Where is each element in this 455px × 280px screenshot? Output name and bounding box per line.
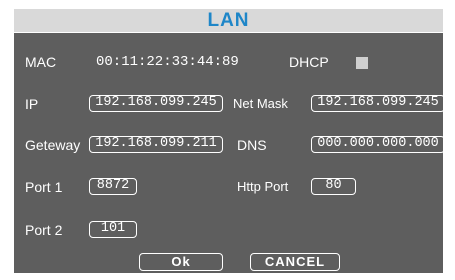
cancel-button[interactable]: CANCEL bbox=[250, 253, 340, 271]
port1-input[interactable]: 8872 bbox=[89, 178, 137, 195]
netmask-label: Net Mask bbox=[233, 96, 288, 111]
window-title: LAN bbox=[14, 9, 443, 32]
lan-settings-panel: MAC 00:11:22:33:44:89 DHCP IP 192.168.09… bbox=[14, 33, 445, 273]
port1-label: Port 1 bbox=[25, 179, 63, 195]
ip-input[interactable]: 192.168.099.245 bbox=[89, 95, 223, 112]
gateway-input[interactable]: 192.168.099.211 bbox=[89, 136, 223, 153]
dns-input[interactable]: 000.000.000.000 bbox=[311, 136, 445, 153]
netmask-input[interactable]: 192.168.099.245 bbox=[311, 95, 445, 112]
http-port-input[interactable]: 80 bbox=[311, 178, 356, 195]
gateway-label: Geteway bbox=[25, 137, 81, 153]
port2-input[interactable]: 101 bbox=[89, 221, 137, 238]
ip-label: IP bbox=[25, 96, 39, 112]
http-port-label: Http Port bbox=[237, 179, 289, 194]
mac-value: 00:11:22:33:44:89 bbox=[96, 54, 239, 70]
dhcp-checkbox[interactable] bbox=[356, 57, 368, 69]
dhcp-label: DHCP bbox=[289, 54, 329, 70]
port2-label: Port 2 bbox=[25, 222, 63, 238]
mac-label: MAC bbox=[25, 54, 57, 70]
dns-label: DNS bbox=[237, 137, 267, 153]
ok-button[interactable]: Ok bbox=[139, 253, 223, 271]
